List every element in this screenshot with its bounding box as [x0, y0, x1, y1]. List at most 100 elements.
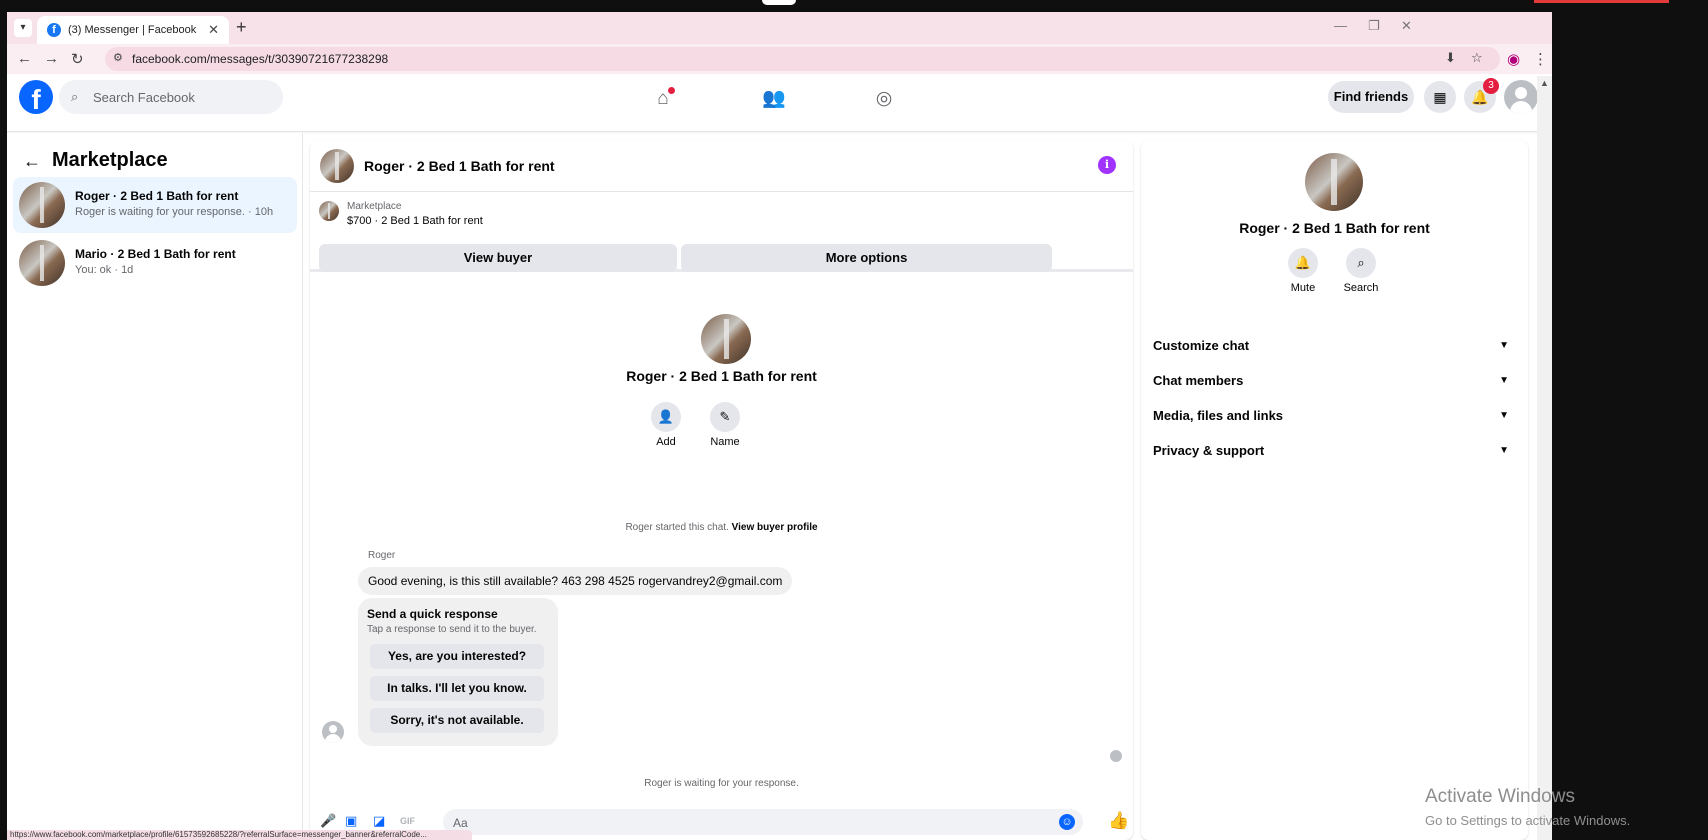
- mute-label: Mute: [1290, 282, 1316, 294]
- view-buyer-profile-link[interactable]: View buyer profile: [732, 522, 818, 533]
- gif-icon[interactable]: GIF: [400, 816, 415, 826]
- name-button[interactable]: ✎ Name: [705, 402, 745, 448]
- url-field[interactable]: ⚙ facebook.com/messages/t/30390721677238…: [105, 47, 1500, 71]
- minimize-icon[interactable]: —: [1334, 18, 1347, 33]
- section-label: Customize chat: [1153, 338, 1250, 353]
- friends-icon[interactable]: 👥: [759, 84, 789, 114]
- chat-pane: Roger · 2 Bed 1 Bath for rent i Marketpl…: [310, 140, 1133, 840]
- add-person-icon: 👤: [651, 402, 681, 432]
- tab-close-icon[interactable]: ✕: [208, 22, 219, 38]
- screen-notch: [762, 0, 796, 5]
- quick-response-subtitle: Tap a response to send it to the buyer.: [367, 624, 537, 635]
- search-chat-button[interactable]: ⌕ Search: [1339, 248, 1383, 294]
- new-tab-icon[interactable]: +: [236, 17, 247, 38]
- started-text: Roger started this chat.: [625, 522, 729, 533]
- reload-icon[interactable]: ↻: [71, 50, 84, 68]
- close-window-icon[interactable]: ✕: [1401, 18, 1412, 34]
- chevron-down-icon: ▼: [1499, 445, 1509, 456]
- screen-recording-indicator: [1534, 0, 1669, 3]
- home-icon[interactable]: ⌂: [648, 84, 678, 114]
- bookmark-star-icon[interactable]: ☆: [1471, 50, 1483, 66]
- chat-avatar[interactable]: [320, 149, 354, 183]
- emoji-icon[interactable]: ☺: [1059, 814, 1075, 830]
- name-label: Name: [710, 436, 740, 448]
- quick-response-button[interactable]: In talks. I'll let you know.: [370, 676, 544, 701]
- section-customize-chat[interactable]: Customize chat ▼: [1153, 332, 1515, 360]
- photo-icon[interactable]: ▣: [345, 813, 357, 829]
- status-url: https://www.facebook.com/marketplace/pro…: [7, 830, 472, 840]
- sidebar-title: Marketplace: [52, 149, 168, 171]
- pencil-icon: ✎: [710, 402, 740, 432]
- back-arrow-icon[interactable]: ←: [23, 151, 41, 172]
- conversation-item-roger[interactable]: Roger · 2 Bed 1 Bath for rent Roger is w…: [13, 177, 297, 233]
- chevron-down-icon: ▼: [1499, 410, 1509, 421]
- quick-response-button[interactable]: Yes, are you interested?: [370, 644, 544, 669]
- info-name: Roger · 2 Bed 1 Bath for rent: [1239, 220, 1430, 236]
- url-text: facebook.com/messages/t/3039072167723829…: [132, 52, 389, 66]
- activate-windows-subtitle: Go to Settings to activate Windows.: [1425, 813, 1631, 828]
- add-button[interactable]: 👤 Add: [646, 402, 686, 448]
- search-icon: ⌕: [71, 89, 79, 104]
- waiting-notice: Roger is waiting for your response.: [644, 778, 799, 789]
- listing-price-title[interactable]: $700 · 2 Bed 1 Bath for rent: [347, 215, 483, 227]
- conversation-item-mario[interactable]: Mario · 2 Bed 1 Bath for rent You: ok · …: [13, 235, 297, 291]
- mute-button[interactable]: 🔔 Mute: [1281, 248, 1325, 294]
- sticker-icon[interactable]: ◪: [373, 813, 385, 829]
- facebook-logo-icon[interactable]: f: [19, 80, 53, 115]
- view-buyer-button[interactable]: View buyer: [319, 244, 677, 272]
- section-privacy-support[interactable]: Privacy & support ▼: [1153, 437, 1515, 465]
- section-label: Media, files and links: [1153, 408, 1284, 423]
- facebook-favicon-icon: f: [47, 23, 61, 37]
- account-avatar[interactable]: [1504, 80, 1538, 114]
- message-bubble[interactable]: Good evening, is this still available? 4…: [358, 567, 793, 595]
- find-friends-button[interactable]: Find friends: [1328, 81, 1414, 113]
- section-media-files[interactable]: Media, files and links ▼: [1153, 402, 1515, 430]
- conversation-name: Roger · 2 Bed 1 Bath for rent: [75, 189, 239, 203]
- facebook-header: f ⌕ Search Facebook ⌂ 👥 ◎ Find friends ▦…: [7, 76, 1552, 132]
- chevron-down-icon: ▼: [1499, 340, 1509, 351]
- chat-title[interactable]: Roger · 2 Bed 1 Bath for rent: [364, 158, 555, 174]
- browser-tab[interactable]: f (3) Messenger | Facebook ✕: [37, 16, 229, 44]
- section-label: Privacy & support: [1153, 443, 1265, 458]
- page-scrollbar[interactable]: ▲: [1537, 76, 1552, 840]
- seen-avatar: [1110, 750, 1122, 762]
- tab-strip: ▾ f (3) Messenger | Facebook ✕ + — ❐ ✕: [7, 12, 1552, 44]
- quick-response-title: Send a quick response: [367, 607, 498, 621]
- section-chat-members[interactable]: Chat members ▼: [1153, 367, 1515, 395]
- site-info-icon[interactable]: ⚙: [113, 51, 123, 64]
- screen-top-bar: [0, 0, 1708, 12]
- quick-response-button[interactable]: Sorry, it's not available.: [370, 708, 544, 733]
- info-avatar[interactable]: [1305, 153, 1363, 211]
- facebook-search-input[interactable]: ⌕ Search Facebook: [59, 80, 283, 114]
- groups-icon[interactable]: ◎: [869, 84, 899, 114]
- address-bar: ← → ↻ ⚙ facebook.com/messages/t/30390721…: [7, 44, 1552, 74]
- quick-response-card: Send a quick response Tap a response to …: [358, 598, 558, 746]
- scroll-up-icon[interactable]: ▲: [1540, 78, 1549, 88]
- marketplace-sidebar: ← Marketplace Roger · 2 Bed 1 Bath for r…: [7, 133, 303, 840]
- menu-grid-icon[interactable]: ▦: [1424, 81, 1456, 113]
- back-icon[interactable]: ←: [17, 50, 32, 67]
- message-placeholder: Aa: [453, 816, 468, 830]
- intro-name: Roger · 2 Bed 1 Bath for rent: [626, 368, 817, 384]
- bell-icon: 🔔: [1288, 248, 1318, 278]
- install-app-icon[interactable]: ⬇: [1445, 50, 1456, 66]
- restore-icon[interactable]: ❐: [1368, 18, 1380, 34]
- info-icon[interactable]: i: [1098, 156, 1116, 174]
- home-notification-dot: [668, 87, 675, 94]
- chat-info-pane: Roger · 2 Bed 1 Bath for rent 🔔 Mute ⌕ S…: [1141, 140, 1528, 840]
- listing-source: Marketplace: [347, 201, 402, 212]
- profile-icon[interactable]: ◉: [1507, 50, 1520, 68]
- microphone-icon[interactable]: 🎤: [320, 813, 336, 829]
- tab-search-button[interactable]: ▾: [14, 19, 32, 37]
- more-options-button[interactable]: More options: [681, 244, 1052, 272]
- forward-icon[interactable]: →: [44, 50, 59, 67]
- section-label: Chat members: [1153, 373, 1244, 388]
- message-input[interactable]: Aa ☺: [443, 809, 1083, 835]
- intro-avatar: [701, 314, 751, 364]
- thumbs-up-icon[interactable]: 👍: [1108, 811, 1129, 831]
- sender-avatar: [322, 721, 344, 743]
- conversation-name: Mario · 2 Bed 1 Bath for rent: [75, 247, 236, 261]
- search-icon: ⌕: [1346, 248, 1376, 278]
- activate-windows-title: Activate Windows: [1425, 786, 1575, 807]
- browser-menu-icon[interactable]: ⋮: [1533, 50, 1548, 68]
